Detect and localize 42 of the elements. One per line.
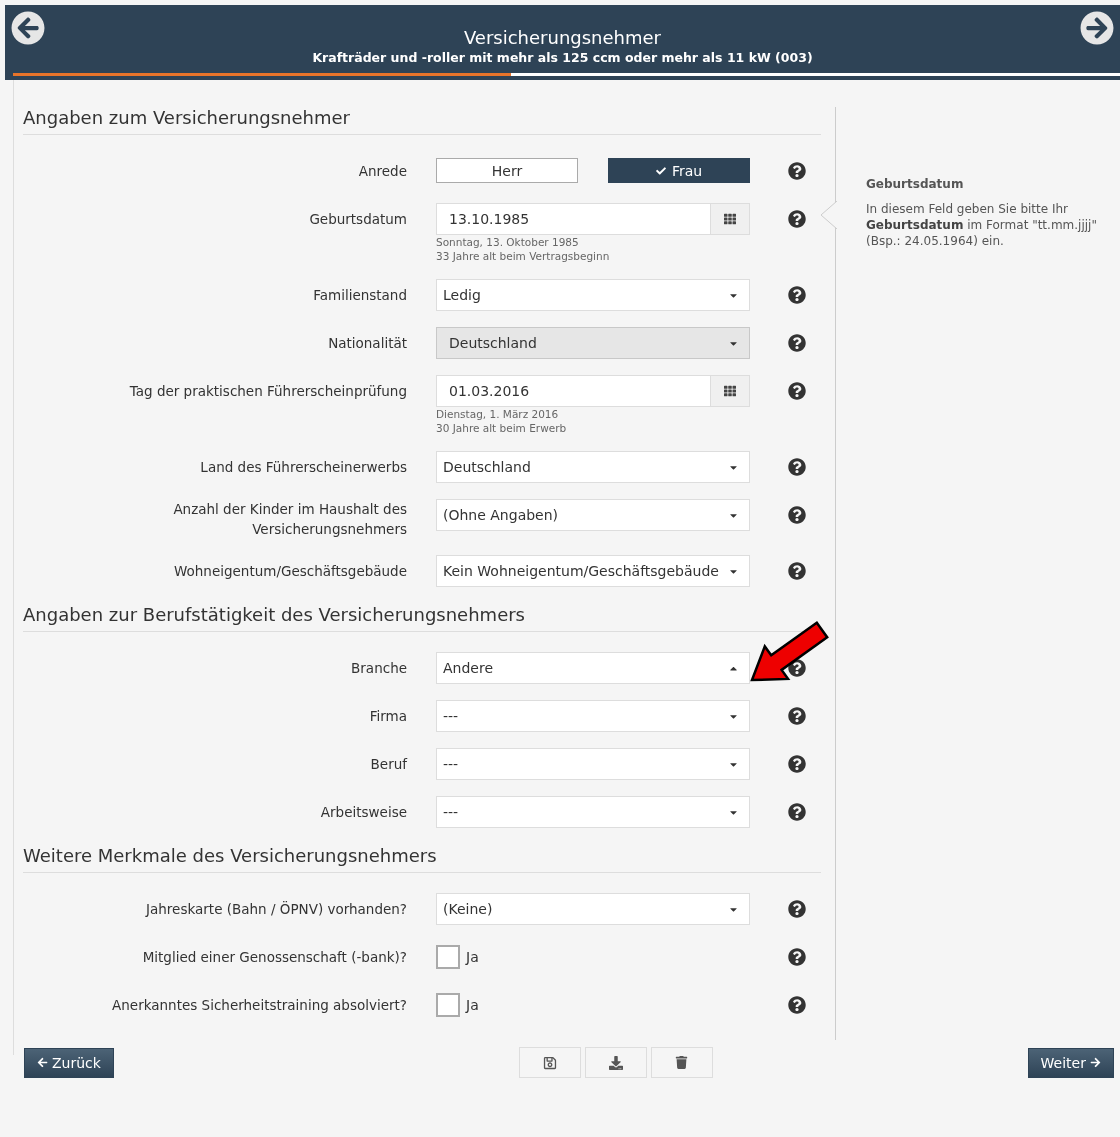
select-field[interactable]: Ledig: [436, 279, 750, 311]
section-title: Weitere Merkmale des Versicherungsnehmers: [23, 844, 821, 873]
field-label: Jahreskarte (Bahn / ÖPNV) vorhanden?: [146, 900, 407, 919]
field-label: Familienstand: [313, 286, 407, 305]
help-text: In diesem Feld geben Sie bitte Ihr Geburtsdatum im Format "tt.mm.jjjj" (Bsp.: 24.05.1964) ein.: [866, 201, 1098, 249]
field-label: Branche: [351, 659, 407, 678]
select-field[interactable]: ---: [436, 700, 750, 732]
field-label: Tag der praktischen Führerscheinprüfung: [129, 382, 407, 401]
date-note: 33 Jahre alt beim Vertragsbeginn: [436, 249, 611, 263]
select-field[interactable]: Deutschland: [436, 451, 750, 483]
page-title: Versicherungsnehmer: [463, 27, 662, 49]
help-title: Geburtsdatum: [866, 177, 965, 191]
page-subtitle: Krafträder und -roller mit mehr als 125 ccm oder mehr als 11 kW (003): [312, 49, 813, 67]
field-label: Mitglied einer Genossenschaft (-bank)?: [142, 948, 407, 967]
select-field[interactable]: Andere: [436, 652, 750, 684]
checkbox-label: Ja: [466, 949, 479, 965]
field-label: Arbeitsweise: [320, 803, 407, 822]
select-field[interactable]: ---: [436, 796, 750, 828]
select-field[interactable]: Kein Wohneigentum/Geschäftsgebäude: [436, 555, 750, 587]
toggle-button[interactable]: Frau: [608, 158, 750, 183]
date-note: 30 Jahre alt beim Erwerb: [436, 421, 568, 435]
field-label: Anzahl der Kinder im Haushalt des Versicherungsnehmers: [172, 500, 407, 539]
toggle-button[interactable]: Herr: [436, 158, 578, 183]
checkbox-label: Ja: [466, 997, 479, 1013]
date-field[interactable]: 01.03.2016: [436, 375, 710, 407]
field-label: Anrede: [358, 162, 407, 181]
date-note: Dienstag, 1. März 2016: [436, 407, 560, 421]
field-label: Firma: [369, 707, 407, 726]
select-field[interactable]: (Ohne Angaben): [436, 499, 750, 531]
section-title: Angaben zum Versicherungsnehmer: [23, 106, 821, 135]
back-button[interactable]: Zurück: [24, 1047, 114, 1078]
field-label: Anerkanntes Sicherheitstraining absolviert?: [112, 996, 407, 1015]
select-field[interactable]: (Keine): [436, 893, 750, 925]
next-button[interactable]: Weiter: [1027, 1047, 1114, 1078]
date-note: Sonntag, 13. Oktober 1985: [436, 235, 580, 249]
field-label: Geburtsdatum: [309, 210, 407, 229]
field-label: Wohneigentum/Geschäftsgebäude: [174, 562, 407, 581]
field-label: Beruf: [370, 755, 407, 774]
field-label: Nationalität: [328, 334, 407, 353]
date-field[interactable]: 13.10.1985: [436, 203, 710, 235]
select-field[interactable]: ---: [436, 748, 750, 780]
field-label: Land des Führerscheinerwerbs: [200, 458, 407, 477]
